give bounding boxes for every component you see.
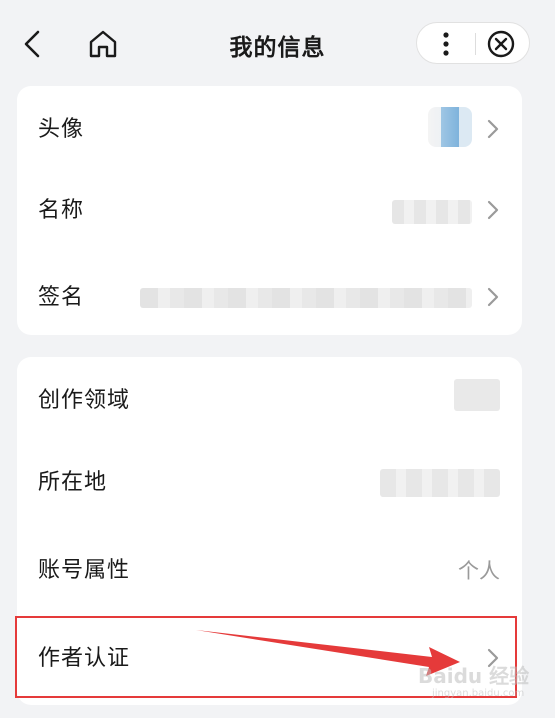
signature-row[interactable]: 签名 (17, 254, 522, 342)
name-label: 名称 (38, 198, 85, 223)
chevron-right-icon (487, 287, 499, 307)
chevron-right-icon (487, 200, 499, 220)
name-row[interactable]: 名称 (17, 167, 522, 255)
chevron-right-icon (487, 119, 499, 139)
signature-label: 签名 (38, 285, 85, 310)
watermark-logo: Baidu 经验 jingyan.baidu.com (418, 660, 548, 710)
more-vertical-icon (443, 32, 449, 56)
account-type-value: 个人 (458, 559, 500, 583)
creation-domain-row[interactable]: 创作领域 (17, 357, 522, 445)
location-label: 所在地 (38, 470, 108, 495)
capsule-divider (475, 33, 476, 55)
close-circle-icon (487, 30, 515, 58)
mini-program-capsule (416, 22, 530, 64)
account-type-row: 账号属性 个人 (17, 527, 522, 615)
more-button[interactable] (431, 29, 461, 59)
watermark-sub: jingyan.baidu.com (432, 688, 525, 699)
creation-domain-value-redacted (454, 379, 500, 411)
avatar-row[interactable]: 头像 (17, 86, 522, 174)
top-navigation-bar: 我的信息 (0, 0, 555, 86)
location-row[interactable]: 所在地 (17, 439, 522, 527)
profile-info-card: 头像 名称 签名 (17, 86, 522, 335)
avatar-thumbnail (428, 107, 472, 147)
close-button[interactable] (485, 28, 517, 60)
account-type-label: 账号属性 (38, 558, 131, 583)
creation-domain-label: 创作领域 (38, 388, 131, 413)
location-value-redacted (380, 469, 500, 497)
avatar-label: 头像 (38, 117, 85, 142)
watermark-main: Baidu 经验 (418, 664, 530, 688)
signature-value-redacted (140, 288, 472, 308)
name-value-redacted (392, 200, 472, 224)
